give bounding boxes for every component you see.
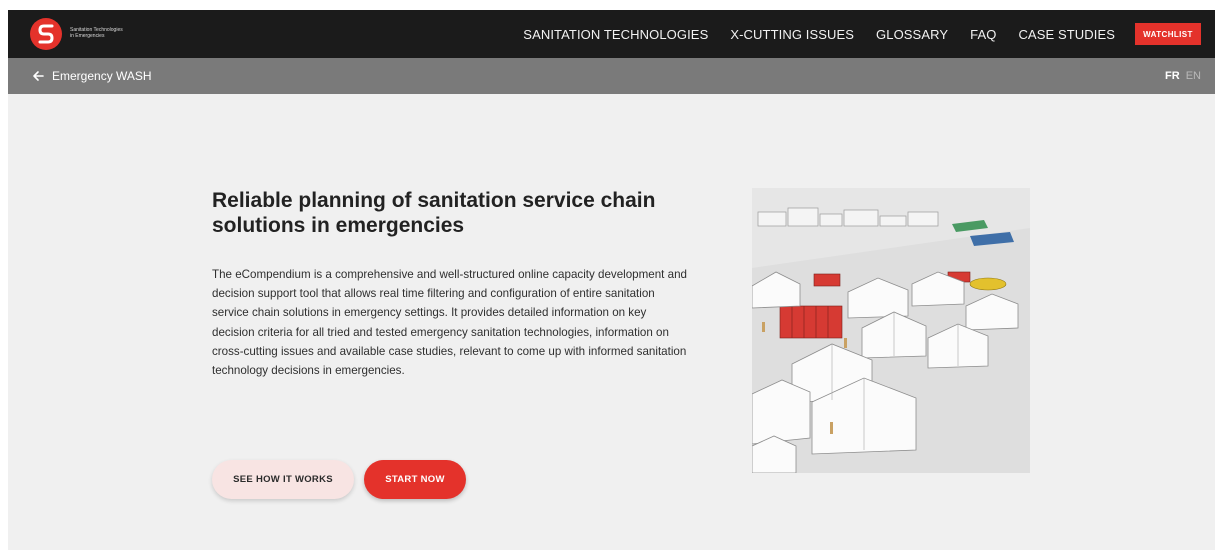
page: Sanitation Technologies in Emergencies S… — [8, 10, 1215, 550]
hero-title: Reliable planning of sanitation service … — [212, 189, 656, 237]
start-now-button[interactable]: START NOW — [364, 460, 466, 499]
main-navigation: SANITATION TECHNOLOGIES X-CUTTING ISSUES… — [523, 10, 1215, 58]
top-navigation-bar: Sanitation Technologies in Emergencies S… — [8, 10, 1215, 58]
nav-faq[interactable]: FAQ — [970, 27, 996, 42]
language-switcher: FR EN — [1165, 58, 1201, 94]
camp-illustration-graphic — [752, 188, 1030, 473]
nav-case-studies[interactable]: CASE STUDIES — [1018, 27, 1115, 42]
logo-text[interactable]: Sanitation Technologies in Emergencies — [70, 27, 123, 39]
nav-sanitation-technologies[interactable]: SANITATION TECHNOLOGIES — [523, 27, 708, 42]
back-link[interactable]: Emergency WASH — [32, 58, 152, 94]
nav-x-cutting-issues[interactable]: X-CUTTING ISSUES — [730, 27, 854, 42]
nav-glossary[interactable]: GLOSSARY — [876, 27, 948, 42]
language-fr[interactable]: FR — [1165, 70, 1180, 82]
language-en[interactable]: EN — [1186, 70, 1201, 82]
logo-icon[interactable] — [30, 18, 62, 50]
sub-navigation-bar: Emergency WASH FR EN — [8, 58, 1215, 94]
arrow-left-icon — [33, 71, 44, 81]
hero-description: The eCompendium is a comprehensive and w… — [212, 268, 687, 378]
back-link-label: Emergency WASH — [52, 69, 152, 83]
emergency-camp-illustration — [752, 188, 1030, 473]
see-how-it-works-button[interactable]: SEE HOW IT WORKS — [212, 460, 354, 499]
watchlist-button[interactable]: WATCHLIST — [1135, 23, 1201, 45]
logo-text-line2: in Emergencies — [70, 33, 105, 39]
